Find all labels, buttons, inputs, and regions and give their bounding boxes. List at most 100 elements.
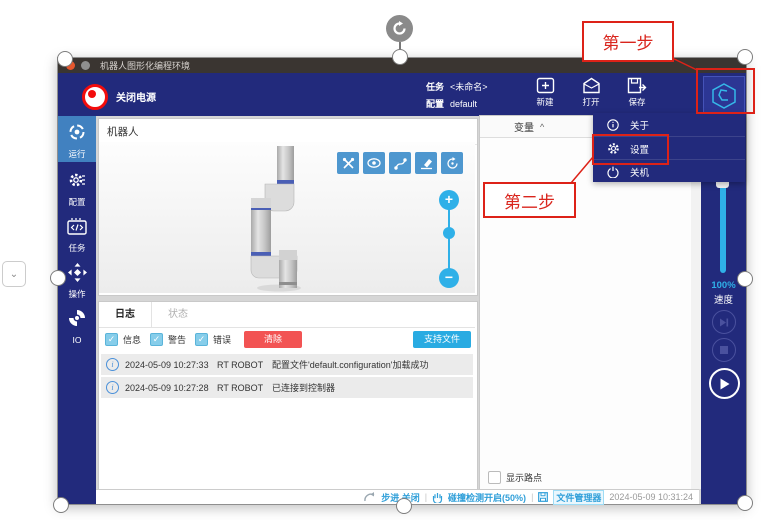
- speed-label: 速度: [701, 292, 746, 306]
- step-forward-button[interactable]: [712, 310, 736, 334]
- stop-button[interactable]: [712, 338, 736, 362]
- power-record-button[interactable]: [82, 84, 108, 110]
- sidebar-item-task[interactable]: 任务: [58, 210, 96, 256]
- play-button[interactable]: [709, 368, 740, 399]
- resize-handle-bottom-left[interactable]: [53, 497, 69, 513]
- status-timestamp: 2024-05-09 10:31:24: [609, 492, 693, 502]
- new-label: 新建: [536, 96, 553, 108]
- main-toolbar: 关闭电源 任务 <未命名> 配置 default 新建 打开: [58, 73, 746, 116]
- speed-slider-track[interactable]: [720, 185, 726, 273]
- step2-callout: 第二步: [483, 182, 576, 218]
- tab-status[interactable]: 状态: [152, 302, 204, 327]
- log-entry-row: i 2024-05-09 10:27:28 RT ROBOT 已连接到控制器: [101, 377, 473, 398]
- visibility-button[interactable]: [363, 152, 385, 174]
- info-checkbox[interactable]: ✓: [105, 333, 118, 346]
- log-time: 2024-05-09 10:27:28: [125, 383, 217, 393]
- info-circle-icon: i: [106, 358, 119, 371]
- sidebar-label: IO: [73, 335, 82, 345]
- collision-detection-status[interactable]: 碰撞检测开启(50%): [448, 491, 526, 504]
- step-mode-icon: [364, 492, 376, 502]
- separator: |: [425, 492, 427, 502]
- io-cycle-icon: [58, 302, 96, 330]
- rotate-arrow-icon: [392, 21, 407, 36]
- info-filter-label[interactable]: 信息: [123, 333, 141, 346]
- zoom-out-button[interactable]: −: [439, 268, 459, 288]
- robot-3d-viewport[interactable]: + −: [99, 142, 475, 293]
- collision-icon: [432, 492, 443, 503]
- config-value: default: [450, 99, 477, 109]
- warning-filter-label[interactable]: 警告: [168, 333, 186, 346]
- collapse-chevron-button[interactable]: ⌄: [2, 261, 26, 287]
- info-icon: [606, 119, 620, 131]
- resize-handle-bottom-right[interactable]: [737, 495, 753, 511]
- task-indicator: 任务 <未命名>: [426, 80, 488, 93]
- window-title: 机器人图形化编程环境: [100, 59, 190, 72]
- clear-log-button[interactable]: 清除: [244, 331, 302, 348]
- tab-log[interactable]: 日志: [99, 302, 152, 327]
- rotate-icon: [446, 157, 459, 170]
- variables-title: 变量: [514, 119, 534, 134]
- file-manager-icon: [538, 492, 548, 502]
- eraser-button[interactable]: [415, 152, 437, 174]
- log-message: 已连接到控制器: [272, 381, 473, 394]
- viewport-toolbar: [337, 152, 463, 174]
- resize-handle-top-right[interactable]: [737, 49, 753, 65]
- tab-divider: [99, 327, 475, 328]
- task-value: <未命名>: [450, 82, 488, 92]
- power-label: 关闭电源: [116, 89, 156, 104]
- log-entry-row: i 2024-05-09 10:27:33 RT ROBOT 配置文件'defa…: [101, 354, 473, 375]
- minimize-window-button[interactable]: [81, 61, 90, 70]
- skip-icon: [719, 318, 729, 327]
- resize-handle-top-center[interactable]: [392, 49, 408, 65]
- resize-handle-middle-left[interactable]: [50, 270, 66, 286]
- zoom-in-button[interactable]: +: [439, 190, 459, 210]
- new-task-button[interactable]: 新建: [526, 77, 564, 113]
- open-label: 打开: [582, 96, 599, 108]
- waypoints-toggle: 显示路点: [488, 471, 542, 484]
- new-document-icon: [536, 77, 555, 94]
- sidebar-label: 配置: [68, 197, 85, 207]
- log-filter-row: ✓ 信息 ✓ 警告 ✓ 错误 清除: [105, 331, 302, 348]
- power-dot-icon: [88, 90, 96, 98]
- open-task-button[interactable]: 打开: [572, 77, 610, 113]
- robot-3d-panel: 机器人: [98, 118, 478, 296]
- step2-highlight-box: [592, 134, 669, 165]
- resize-handle-top-left[interactable]: [57, 51, 73, 67]
- zoom-slider-thumb[interactable]: [443, 227, 455, 239]
- menu-item-about[interactable]: 关于: [593, 113, 745, 136]
- error-checkbox[interactable]: ✓: [195, 333, 208, 346]
- show-waypoints-checkbox[interactable]: [488, 471, 501, 484]
- save-task-button[interactable]: 保存: [618, 77, 656, 113]
- info-circle-icon: i: [106, 381, 119, 394]
- warning-checkbox[interactable]: ✓: [150, 333, 163, 346]
- task-label: 任务: [426, 82, 444, 92]
- path-button[interactable]: [389, 152, 411, 174]
- rotate-handle[interactable]: [386, 15, 413, 42]
- error-filter-label[interactable]: 错误: [213, 333, 231, 346]
- log-panel: 日志 状态 ✓ 信息 ✓ 警告 ✓ 错误 清除 支持文件 i 2024-05-0…: [98, 301, 478, 490]
- reset-view-button[interactable]: [441, 152, 463, 174]
- config-label: 配置: [426, 99, 444, 109]
- sidebar-item-run[interactable]: 运行: [58, 116, 96, 162]
- menu-label: 关于: [630, 118, 649, 132]
- sidebar-item-config[interactable]: 配置: [58, 164, 96, 210]
- log-time: 2024-05-09 10:27:33: [125, 360, 217, 370]
- resize-handle-middle-right[interactable]: [737, 271, 753, 287]
- step1-callout: 第一步: [582, 21, 674, 62]
- sidebar-item-io[interactable]: IO: [58, 302, 96, 348]
- menu-label: 关机: [630, 165, 649, 179]
- show-waypoints-label[interactable]: 显示路点: [506, 471, 542, 484]
- stop-icon: [720, 346, 728, 354]
- sidebar-label: 运行: [68, 149, 85, 159]
- support-files-button[interactable]: 支持文件: [413, 331, 471, 348]
- eraser-icon: [420, 157, 433, 170]
- separator: |: [531, 492, 533, 502]
- tools-button[interactable]: [337, 152, 359, 174]
- resize-handle-bottom-center[interactable]: [396, 498, 412, 514]
- gear-list-icon: [58, 164, 96, 192]
- sidebar-label: 操作: [68, 289, 85, 299]
- shutdown-power-icon: [606, 166, 620, 178]
- log-source: RT ROBOT: [217, 383, 272, 393]
- file-manager-button[interactable]: 文件管理器: [553, 490, 604, 505]
- play-icon: [719, 378, 730, 390]
